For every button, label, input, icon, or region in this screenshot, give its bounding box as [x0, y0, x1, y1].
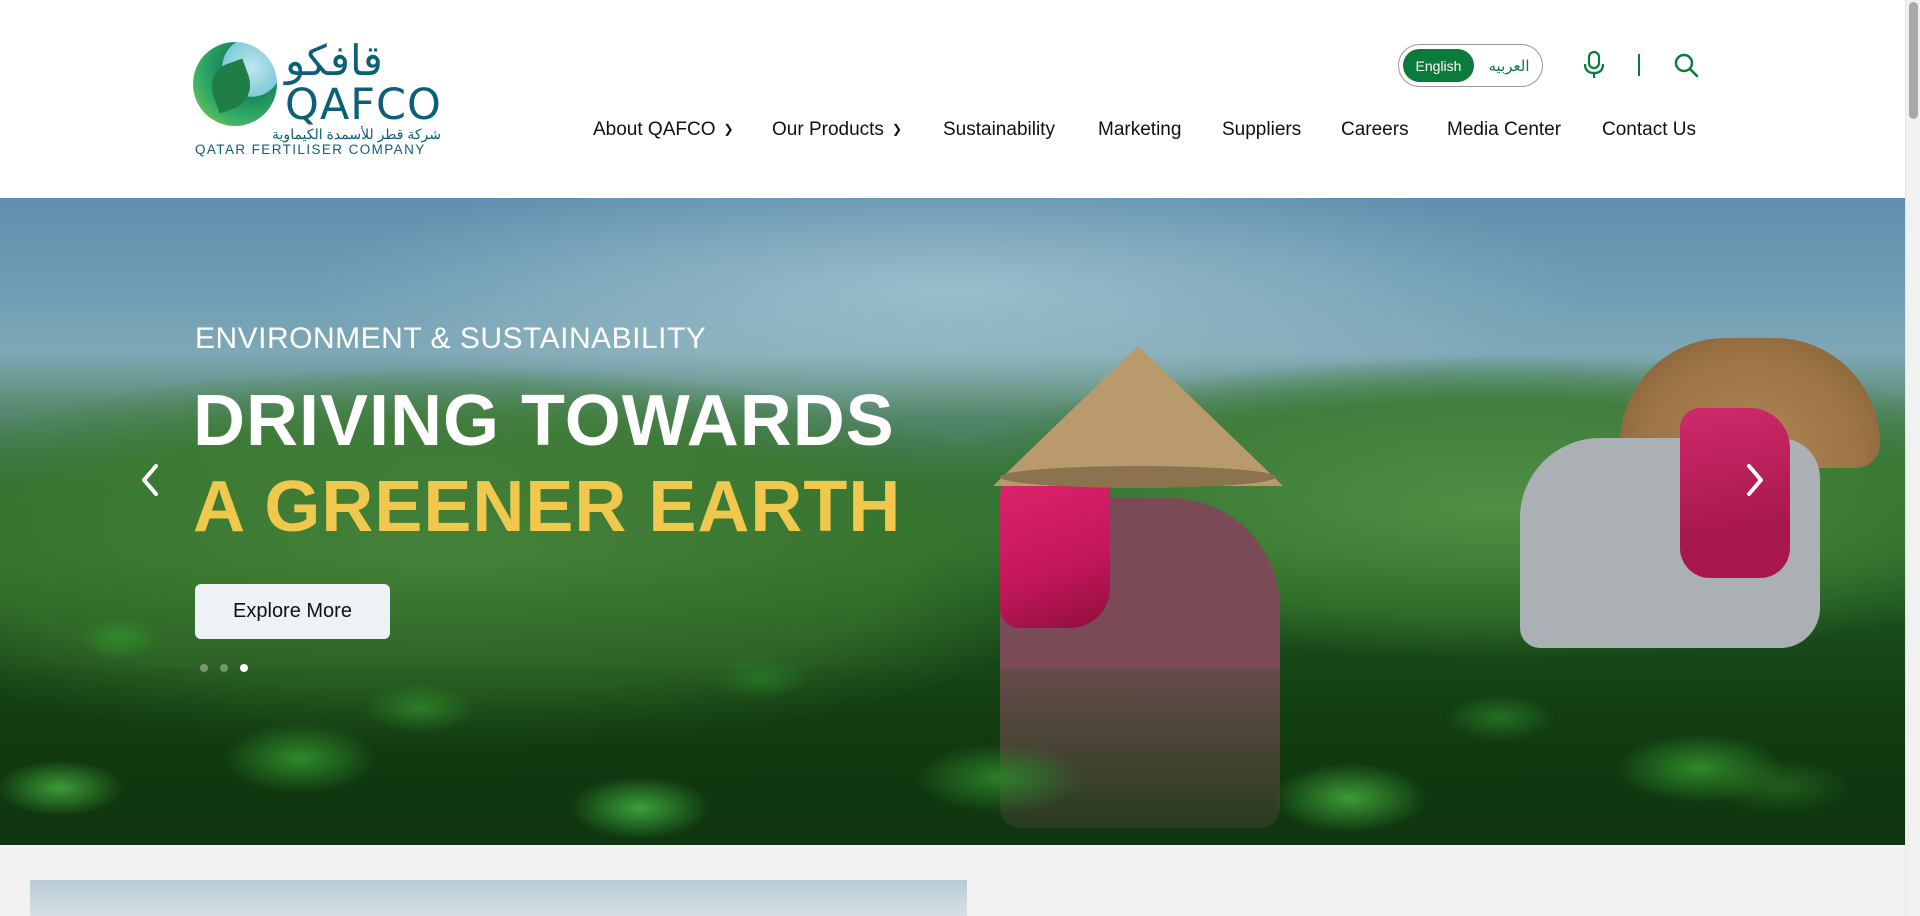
logo-english-tagline: QATAR FERTILISER COMPANY [195, 142, 426, 157]
nav-item-label: Suppliers [1222, 119, 1302, 140]
nav-media-center[interactable]: Media Center [1447, 117, 1561, 143]
logo-emblem-icon [193, 42, 277, 126]
hero-figure-scarf [1000, 468, 1110, 628]
nav-item-label: About QAFCO [593, 119, 716, 140]
hero-subtitle: ENVIRONMENT & SUSTAINABILITY [195, 322, 707, 355]
explore-more-button[interactable]: Explore More [195, 584, 390, 639]
chevron-right-icon[interactable] [1740, 460, 1770, 500]
chevron-down-icon: ❯ [723, 122, 734, 136]
carousel-dot[interactable] [200, 664, 208, 672]
nav-item-label: Contact Us [1602, 119, 1696, 140]
carousel-pagination [200, 664, 248, 672]
hero-title-line1: DRIVING TOWARDS [193, 381, 895, 461]
nav-item-label: Sustainability [943, 119, 1055, 140]
hero-foreground-leaves [0, 668, 1905, 845]
language-english-option[interactable]: English [1403, 49, 1474, 82]
nav-item-label: Media Center [1447, 119, 1562, 140]
nav-item-label: Marketing [1098, 119, 1182, 140]
chevron-left-icon[interactable] [135, 460, 165, 500]
chevron-down-icon: ❯ [891, 122, 902, 136]
site-header: قافكو QAFCO شركة قطر للأسمدة الكيماوية Q… [0, 0, 1905, 198]
page-scrollbar[interactable] [1905, 0, 1920, 916]
logo-arabic-wordmark: قافكو [285, 36, 383, 85]
header-divider [1638, 54, 1640, 76]
hero-carousel: ENVIRONMENT & SUSTAINABILITY DRIVING TOW… [0, 198, 1905, 845]
nav-about-qafco[interactable]: About QAFCO ❯ [593, 117, 734, 143]
qafco-logo[interactable]: قافكو QAFCO شركة قطر للأسمدة الكيماوية Q… [193, 36, 443, 160]
hero-figure-hat-brim [1000, 466, 1276, 488]
nav-item-label: Careers [1341, 119, 1409, 140]
language-arabic-option[interactable]: العربيه [1481, 49, 1537, 82]
search-icon[interactable] [1673, 52, 1699, 78]
section-image [30, 880, 967, 916]
nav-contact-us[interactable]: Contact Us [1602, 117, 1696, 143]
microphone-icon[interactable] [1583, 51, 1605, 79]
nav-our-products[interactable]: Our Products ❯ [772, 117, 902, 143]
hero-figure-hat [993, 346, 1283, 486]
language-toggle[interactable]: English العربيه [1398, 44, 1543, 87]
nav-item-label: Our Products [772, 119, 884, 140]
hero-title-line2: A GREENER EARTH [193, 467, 902, 547]
carousel-dot[interactable] [220, 664, 228, 672]
carousel-dot-active[interactable] [240, 664, 248, 672]
nav-careers[interactable]: Careers [1341, 117, 1409, 143]
hero-figure-scarf [1680, 408, 1790, 578]
nav-sustainability[interactable]: Sustainability [943, 117, 1055, 143]
logo-english-wordmark: QAFCO [285, 80, 442, 130]
nav-marketing[interactable]: Marketing [1098, 117, 1181, 143]
logo-arabic-tagline: شركة قطر للأسمدة الكيماوية [272, 126, 441, 142]
nav-suppliers[interactable]: Suppliers [1222, 117, 1301, 143]
scrollbar-thumb[interactable] [1909, 2, 1918, 119]
